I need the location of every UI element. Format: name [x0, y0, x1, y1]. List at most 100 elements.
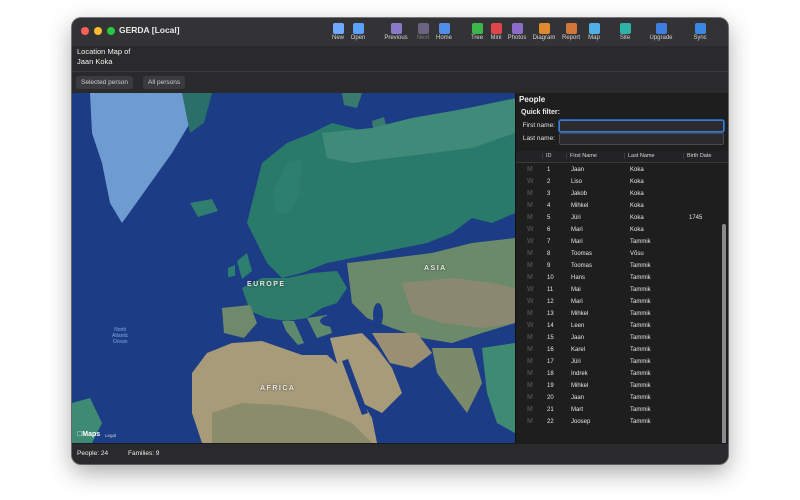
cell-id: 22: [547, 419, 554, 425]
world-map[interactable]: EUROPE ASIA AFRICA North Atlantic Ocean …: [72, 93, 515, 443]
sex-indicator: W: [527, 238, 534, 245]
table-row[interactable]: W 6 Mari Koka: [516, 224, 721, 236]
cell-first-name: Mai: [571, 287, 581, 293]
table-row[interactable]: M 15 Jaan Tammik: [516, 332, 721, 344]
table-row[interactable]: M 22 Joosep Tammik: [516, 416, 721, 428]
vertical-scrollbar[interactable]: [722, 224, 726, 443]
sex-indicator: W: [527, 286, 534, 293]
window-controls: [81, 27, 115, 35]
cell-id: 19: [547, 383, 554, 389]
cell-first-name: Mari: [571, 227, 583, 233]
ocean-label-line-3: Ocean: [112, 339, 128, 345]
table-row[interactable]: W 12 Mari Tammik: [516, 296, 721, 308]
table-row[interactable]: M 5 Jüri Koka 1745: [516, 212, 721, 224]
minimize-window-button[interactable]: [94, 27, 102, 35]
sync-icon: [694, 23, 706, 34]
toolbar-button-site[interactable]: Site: [610, 23, 640, 41]
column-header-last-name[interactable]: Last Name: [624, 153, 655, 159]
cell-id: 17: [547, 359, 554, 365]
cell-id: 16: [547, 347, 554, 353]
tab-all-persons[interactable]: All persons: [143, 76, 186, 89]
map-label-north-atlantic: North Atlantic Ocean: [112, 327, 128, 345]
toolbar-button-home[interactable]: Home: [429, 23, 459, 41]
cell-first-name: Jaan: [571, 335, 585, 341]
toolbar-button-previous[interactable]: Previous: [381, 23, 411, 41]
families-count: Families: 9: [128, 450, 160, 457]
toolbar-button-map[interactable]: Map: [579, 23, 609, 41]
toolbar-button-photos[interactable]: Photos: [502, 23, 532, 41]
cell-last-name: Tammik: [630, 311, 651, 317]
diagram-icon: [538, 23, 550, 34]
cell-birth-date: 1745: [689, 215, 703, 221]
sex-indicator: M: [527, 274, 533, 281]
toolbar-label: Map: [588, 35, 600, 41]
cell-last-name: Koka: [630, 203, 644, 209]
cell-id: 15: [547, 335, 554, 341]
previous-icon: [390, 23, 402, 34]
cell-last-name: Tammik: [630, 239, 651, 245]
cell-id: 3: [547, 191, 551, 197]
toolbar-button-upgrade[interactable]: Upgrade: [646, 23, 676, 41]
cell-last-name: Tammik: [630, 395, 651, 401]
cell-last-name: Tammik: [630, 335, 651, 341]
toolbar-label: Home: [435, 35, 452, 41]
toolbar-label: Photos: [507, 35, 527, 41]
app-window: GERDA [Local] New Open Previous Next Home Tre…: [72, 18, 728, 464]
close-window-button[interactable]: [81, 27, 89, 35]
sex-indicator: M: [527, 166, 533, 173]
sex-indicator: M: [527, 190, 533, 197]
column-header-first-name[interactable]: First Name: [566, 153, 597, 159]
table-row[interactable]: M 10 Hans Tammik: [516, 272, 721, 284]
maps-legal-link[interactable]: Legal: [105, 433, 116, 438]
table-row[interactable]: M 8 Toomas Võsu: [516, 248, 721, 260]
cell-first-name: Liso: [571, 179, 583, 185]
toolbar-button-open[interactable]: Open: [343, 23, 373, 41]
toolbar-button-diagram[interactable]: Diagram: [529, 23, 559, 41]
first-name-field[interactable]: [559, 120, 724, 132]
last-name-field[interactable]: [559, 133, 724, 145]
map-label-africa: AFRICA: [260, 385, 296, 392]
cell-last-name: Tammik: [630, 419, 651, 425]
table-row[interactable]: M 20 Jaan Tammik: [516, 392, 721, 404]
table-row[interactable]: M 19 Mihkel Tammik: [516, 380, 721, 392]
table-row[interactable]: M 21 Mart Tammik: [516, 404, 721, 416]
maps-brand: Maps: [77, 431, 100, 438]
zoom-window-button[interactable]: [107, 27, 115, 35]
next-icon: [417, 23, 429, 34]
column-header-birth-date[interactable]: Birth Date: [683, 153, 711, 159]
maps-logo: Maps: [77, 431, 100, 438]
cell-first-name: Mart: [571, 407, 583, 413]
cell-last-name: Koka: [630, 191, 644, 197]
table-row[interactable]: M 17 Jüri Tammik: [516, 356, 721, 368]
cell-id: 5: [547, 215, 551, 221]
tab-selected-person[interactable]: Selected person: [76, 76, 133, 89]
table-row[interactable]: W 11 Mai Tammik: [516, 284, 721, 296]
table-row[interactable]: W 14 Leen Tammik: [516, 320, 721, 332]
upgrade-icon: [655, 23, 667, 34]
table-row[interactable]: M 1 Jaan Koka: [516, 164, 721, 176]
cell-first-name: Mihkel: [571, 203, 589, 209]
cell-id: 1: [547, 167, 551, 173]
cell-last-name: Tammik: [630, 275, 651, 281]
cell-first-name: Hans: [571, 275, 586, 281]
photos-icon: [511, 23, 523, 34]
home-icon: [438, 23, 450, 34]
table-row[interactable]: M 13 Mihkel Tammik: [516, 308, 721, 320]
table-row[interactable]: M 3 Jakob Koka: [516, 188, 721, 200]
table-row[interactable]: M 18 Indrek Tammik: [516, 368, 721, 380]
cell-id: 8: [547, 251, 551, 257]
people-panel-title: People: [519, 95, 546, 104]
column-header-id[interactable]: ID: [542, 153, 552, 159]
table-row[interactable]: M 4 Mihkel Koka: [516, 200, 721, 212]
toolbar-button-sync[interactable]: Sync: [685, 23, 715, 41]
sex-indicator: M: [527, 358, 533, 365]
table-row[interactable]: W 7 Mari Tammik: [516, 236, 721, 248]
sex-indicator: W: [527, 226, 534, 233]
sex-indicator: W: [527, 178, 534, 185]
table-row[interactable]: M 16 Karel Tammik: [516, 344, 721, 356]
table-row[interactable]: M 9 Toomas Tammik: [516, 260, 721, 272]
table-row[interactable]: W 2 Liso Koka: [516, 176, 721, 188]
cell-first-name: Jüri: [571, 359, 581, 365]
map-icon: [588, 23, 600, 34]
location-person-name: Jaan Koka: [77, 57, 113, 66]
